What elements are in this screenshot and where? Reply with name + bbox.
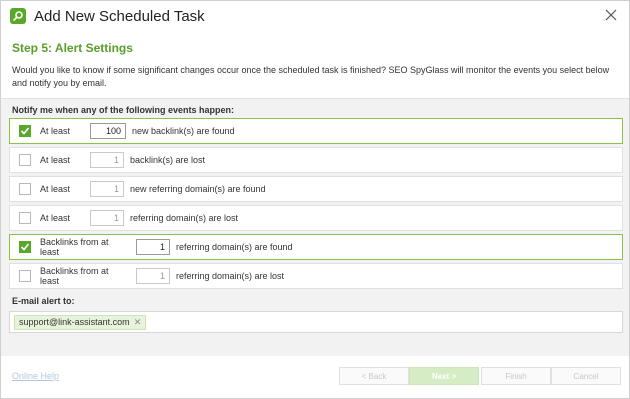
- event-prefix-label: Backlinks from at least: [40, 266, 109, 286]
- event-row: At least 100 new backlink(s) are found: [9, 118, 623, 144]
- events-header: Notify me when any of the following even…: [12, 105, 235, 115]
- event-suffix-label: referring domain(s) are lost: [176, 271, 285, 281]
- event-count-input[interactable]: 1: [136, 239, 170, 255]
- event-prefix-label: Backlinks from at least: [40, 237, 109, 257]
- event-checkbox[interactable]: [19, 241, 31, 253]
- step-description: Would you like to know if some significa…: [12, 65, 610, 88]
- event-suffix-label: referring domain(s) are lost: [130, 213, 239, 223]
- online-help-link[interactable]: Online Help: [12, 371, 59, 381]
- cancel-button[interactable]: Cancel: [551, 367, 621, 385]
- next-button[interactable]: Next >: [409, 367, 479, 385]
- email-label: E-mail alert to:: [12, 296, 75, 306]
- finish-button[interactable]: Finish: [481, 367, 551, 385]
- event-prefix-label: At least: [40, 184, 71, 194]
- event-row: Backlinks from at least 1 referring domain…: [9, 263, 623, 289]
- event-suffix-label: new referring domain(s) are found: [130, 184, 266, 194]
- event-suffix-label: backlink(s) are lost: [130, 155, 206, 165]
- event-suffix-label: new backlink(s) are found: [132, 126, 235, 136]
- event-count-input[interactable]: 1: [90, 152, 124, 168]
- event-count-input[interactable]: 1: [136, 268, 170, 284]
- event-prefix-label: At least: [40, 155, 71, 165]
- event-checkbox[interactable]: [19, 212, 31, 224]
- event-checkbox[interactable]: [19, 183, 31, 195]
- event-count-input[interactable]: 1: [90, 181, 124, 197]
- remove-chip-icon[interactable]: ✕: [134, 317, 142, 328]
- event-checkbox[interactable]: [19, 270, 31, 282]
- app-logo-icon: [10, 8, 26, 24]
- event-checkbox[interactable]: [19, 125, 31, 137]
- email-chip-text: support@link-assistant.com: [19, 317, 130, 327]
- email-input[interactable]: support@link-assistant.com ✕: [9, 311, 623, 333]
- event-suffix-label: referring domain(s) are found: [176, 242, 293, 252]
- event-row: At least 1 referring domain(s) are lost: [9, 205, 623, 231]
- footer: Online Help < Back Next > Finish Cancel: [1, 356, 629, 398]
- event-count-input[interactable]: 100: [90, 123, 126, 139]
- step-title: Step 5: Alert Settings: [12, 41, 133, 55]
- title-bar: Add New Scheduled Task: [1, 1, 629, 31]
- back-button[interactable]: < Back: [339, 367, 409, 385]
- event-row: At least 1 new referring domain(s) are fou…: [9, 176, 623, 202]
- event-prefix-label: At least: [40, 126, 71, 136]
- event-prefix-label: At least: [40, 213, 71, 223]
- close-icon[interactable]: [603, 7, 619, 23]
- event-row: At least 1 backlink(s) are lost: [9, 147, 623, 173]
- email-chip: support@link-assistant.com ✕: [14, 314, 147, 330]
- event-checkbox[interactable]: [19, 154, 31, 166]
- event-count-input[interactable]: 1: [90, 210, 124, 226]
- event-row: Backlinks from at least 1 referring domain…: [9, 234, 623, 260]
- window-title: Add New Scheduled Task: [34, 7, 205, 25]
